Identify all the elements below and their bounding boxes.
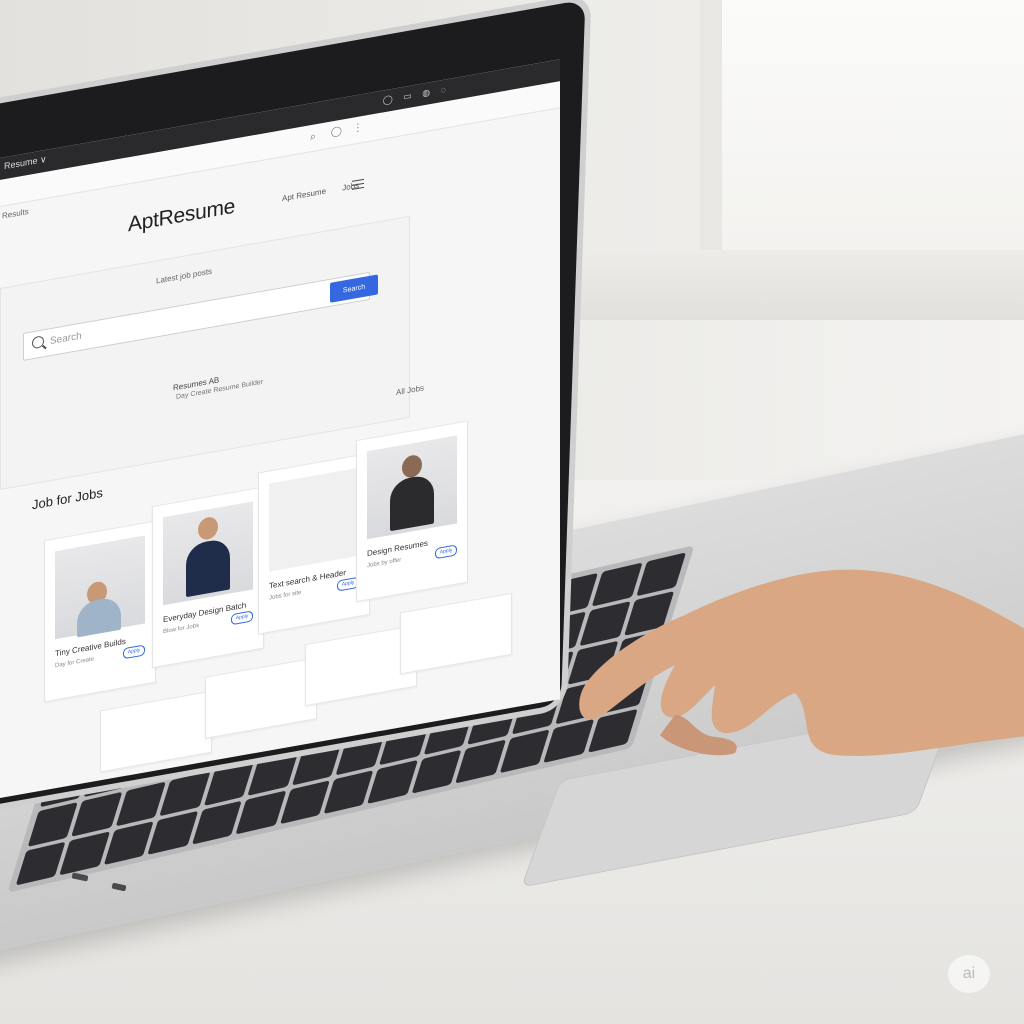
- person-image: [77, 595, 121, 638]
- apply-button[interactable]: Apply: [123, 644, 145, 660]
- apply-button[interactable]: Apply: [435, 544, 457, 560]
- job-card[interactable]: Text search & Header Jobs for site Apply: [258, 452, 370, 635]
- keyboard-key[interactable]: [147, 810, 199, 855]
- keyboard-key[interactable]: [15, 841, 67, 886]
- laptop-screen: Resume ∨ ◯ ▭ ◍ ◌ ⌕ ◯ ⋮ Results AptResume…: [0, 59, 560, 798]
- keyboard-key[interactable]: [499, 728, 550, 774]
- job-card[interactable]: [205, 657, 317, 739]
- card-photo: [367, 435, 457, 540]
- keyboard-key[interactable]: [191, 800, 243, 845]
- card-meta: Jobs by offer: [367, 557, 402, 570]
- watermark: ai: [948, 955, 990, 993]
- job-card[interactable]: Design Resumes Jobs by offer Apply: [356, 420, 468, 603]
- hero-panel: Latest job posts Search Search Resumes A…: [0, 215, 410, 490]
- card-title: Design Resumes: [367, 538, 428, 559]
- search-icon: [32, 335, 44, 350]
- job-card[interactable]: [400, 592, 512, 675]
- search-placeholder: Search: [50, 330, 82, 348]
- section-title: Job for Jobs: [32, 484, 103, 513]
- window-sill: [520, 250, 1024, 320]
- window: [700, 0, 1024, 250]
- hamburger-menu-icon[interactable]: [352, 176, 364, 193]
- job-card[interactable]: [100, 690, 212, 773]
- bookmark-item[interactable]: Results: [2, 207, 29, 221]
- keyboard-key[interactable]: [235, 790, 286, 835]
- hero-caption: Latest job posts: [156, 266, 213, 286]
- human-hand: [579, 569, 1024, 756]
- nav-link[interactable]: Apt Resume: [282, 187, 326, 204]
- search-input[interactable]: Search: [23, 271, 370, 361]
- site-logo[interactable]: AptResume: [128, 195, 235, 238]
- job-card[interactable]: Everyday Design Batch Blow for Jobs Appl…: [152, 486, 264, 669]
- keyboard-key[interactable]: [71, 791, 123, 837]
- keyboard-key[interactable]: [59, 830, 111, 876]
- keyboard-key[interactable]: [323, 769, 374, 815]
- hand-skin: [579, 569, 1024, 756]
- keyboard-key[interactable]: [411, 749, 462, 794]
- card-meta: Day for Create: [55, 656, 95, 670]
- apply-button[interactable]: Apply: [231, 610, 253, 626]
- person-image: [402, 453, 422, 480]
- person-image: [198, 515, 218, 542]
- browser-tab[interactable]: Resume ∨: [4, 154, 47, 173]
- card-title: Tiny Creative Builds: [55, 636, 126, 659]
- search-icon[interactable]: ⌕ ◯ ⋮: [310, 122, 365, 145]
- person-image: [390, 473, 434, 532]
- card-photo: [269, 467, 359, 572]
- card-photo: [55, 535, 145, 640]
- job-card[interactable]: Tiny Creative Builds Day for Create Appl…: [44, 520, 156, 703]
- person-image: [186, 537, 230, 598]
- card-meta: Blow for Jobs: [163, 622, 200, 636]
- keyboard-key[interactable]: [367, 759, 418, 804]
- card-photo: [163, 501, 253, 606]
- keyboard-key[interactable]: [279, 779, 330, 825]
- card-title: Text search & Header: [269, 568, 346, 591]
- keyboard-key[interactable]: [103, 820, 155, 866]
- card-meta: Jobs for site: [269, 589, 302, 602]
- keyboard-key[interactable]: [455, 739, 506, 784]
